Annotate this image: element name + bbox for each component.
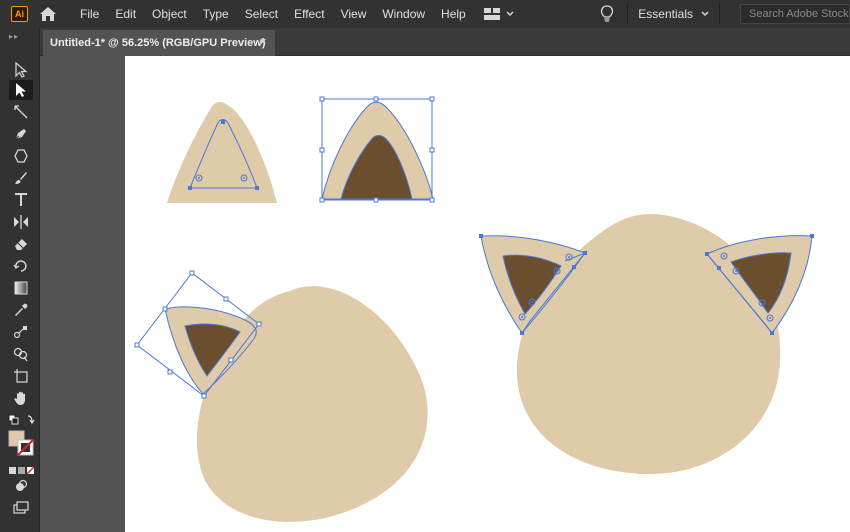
divider	[627, 4, 629, 24]
blend-tool-icon[interactable]	[9, 322, 33, 342]
draw-mode-icon[interactable]	[9, 476, 33, 496]
search-input[interactable]	[749, 8, 849, 20]
arrange-documents-button[interactable]	[483, 8, 514, 20]
type-tool-icon[interactable]	[9, 190, 33, 210]
document-tab-title: Untitled-1* @ 56.25% (RGB/GPU Preview)	[50, 37, 266, 49]
tools-panel: ▸▸	[0, 28, 40, 532]
screen-mode-icon[interactable]	[9, 498, 33, 518]
hand-tool-icon[interactable]	[9, 388, 33, 408]
artboard-tool-icon[interactable]	[9, 366, 33, 386]
polygon-tool-icon[interactable]	[9, 146, 33, 166]
menu-type[interactable]: Type	[195, 0, 237, 28]
pen-tool-icon[interactable]	[9, 124, 33, 144]
artboard[interactable]: .fill { fill: #dfcba9; } .inner { fill: …	[125, 56, 850, 532]
shape-builder-tool-icon[interactable]	[9, 344, 33, 364]
paintbrush-tool-icon[interactable]	[9, 168, 33, 188]
menu-bar-right: Essentials	[597, 0, 850, 28]
eyedropper-tool-icon[interactable]	[9, 300, 33, 320]
workspace-switcher[interactable]: Essentials	[638, 7, 709, 21]
menu-view[interactable]: View	[333, 0, 375, 28]
menu-effect[interactable]: Effect	[286, 0, 332, 28]
menu-file[interactable]: File	[72, 0, 107, 28]
menu-edit[interactable]: Edit	[107, 0, 144, 28]
fill-stroke-swatches[interactable]	[6, 428, 38, 458]
panel-grip-icon[interactable]: ▸▸	[9, 32, 19, 41]
stroke-swatch	[17, 439, 34, 456]
lightbulb-icon[interactable]	[597, 4, 617, 24]
menu-help[interactable]: Help	[433, 0, 474, 28]
direct-selection-tool-icon[interactable]	[9, 80, 33, 100]
eraser-tool-icon[interactable]	[9, 234, 33, 254]
rotate-tool-icon[interactable]	[9, 256, 33, 276]
menu-window[interactable]: Window	[374, 0, 433, 28]
app-logo: Ai	[11, 6, 28, 22]
artwork-canvas[interactable]: .fill { fill: #dfcba9; } .inner { fill: …	[125, 56, 850, 532]
arrange-documents-icon	[483, 8, 500, 20]
main-menu: File Edit Object Type Select Effect View…	[72, 0, 474, 28]
document-tab-bar: Untitled-1* @ 56.25% (RGB/GPU Preview) ×	[40, 28, 850, 56]
divider	[719, 4, 720, 24]
illustrator-window: Ai File Edit Object Type Select Effect V…	[0, 0, 850, 532]
chevron-down-icon	[506, 11, 514, 17]
ear-shape-1[interactable]	[167, 102, 277, 203]
menu-select[interactable]: Select	[237, 0, 286, 28]
menu-object[interactable]: Object	[144, 0, 195, 28]
workspace-label: Essentials	[638, 7, 693, 21]
selection-tool-icon[interactable]	[9, 60, 33, 80]
line-tool-icon[interactable]	[9, 102, 33, 122]
stock-search-field[interactable]	[740, 4, 850, 24]
document-tab[interactable]: Untitled-1* @ 56.25% (RGB/GPU Preview) ×	[43, 30, 275, 56]
ear-shape-2[interactable]	[319, 96, 435, 203]
default-colors-icon[interactable]	[6, 410, 36, 430]
close-icon[interactable]: ×	[257, 36, 269, 48]
home-icon[interactable]	[38, 4, 58, 24]
chevron-down-icon	[701, 11, 709, 17]
gradient-tool-icon[interactable]	[9, 278, 33, 298]
width-tool-icon[interactable]	[9, 212, 33, 232]
menu-bar: Ai File Edit Object Type Select Effect V…	[0, 0, 850, 28]
